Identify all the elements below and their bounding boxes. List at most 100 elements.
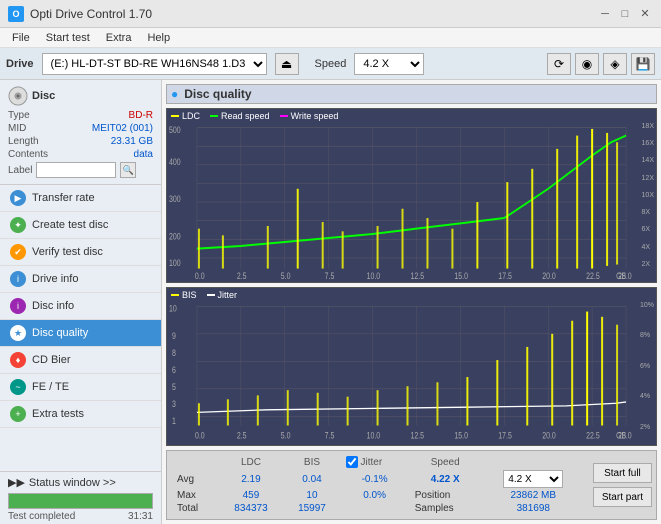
svg-text:100: 100	[169, 258, 181, 268]
status-area: ▶▶ Status window >> Test completed 31:31	[0, 471, 161, 524]
maximize-button[interactable]: □	[617, 6, 633, 22]
drive-select[interactable]: (E:) HL-DT-ST BD-RE WH16NS48 1.D3	[42, 53, 267, 75]
y1-8x: 8X	[642, 209, 654, 216]
drive-icon-btn-1[interactable]: ⟳	[547, 53, 571, 75]
col-empty	[171, 455, 218, 469]
drive-label: Drive	[6, 58, 34, 70]
sidebar-item-transfer-rate[interactable]: ▶ Transfer rate	[0, 185, 161, 212]
sidebar-item-disc-info-label: Disc info	[32, 300, 74, 312]
transfer-rate-icon: ▶	[10, 190, 26, 206]
svg-text:0.0: 0.0	[195, 431, 205, 441]
svg-text:17.5: 17.5	[498, 271, 512, 281]
chart1-y-axis: 18X 16X 14X 12X 10X 8X 6X 4X 2X	[642, 123, 654, 268]
svg-text:22.5: 22.5	[586, 271, 600, 281]
svg-text:7.5: 7.5	[325, 431, 335, 441]
status-completed-text: Test completed	[8, 511, 75, 522]
sidebar-item-verify-test-disc[interactable]: ✔ Verify test disc	[0, 239, 161, 266]
svg-text:7.5: 7.5	[325, 271, 335, 281]
sidebar-item-disc-quality[interactable]: ★ Disc quality	[0, 320, 161, 347]
svg-text:12.5: 12.5	[411, 431, 425, 441]
eject-button[interactable]: ⏏	[275, 53, 299, 75]
svg-text:0.0: 0.0	[195, 271, 205, 281]
position-value: 23862 MB	[482, 489, 585, 502]
drive-icon-btn-3[interactable]: ◈	[603, 53, 627, 75]
jitter-checkbox[interactable]	[346, 456, 358, 468]
chart-ldc: LDC Read speed Write speed 18X 16X 14X	[166, 108, 657, 283]
close-button[interactable]: ✕	[637, 6, 653, 22]
disc-label-input[interactable]	[36, 162, 116, 178]
stats-table: LDC BIS Jitter Speed	[171, 455, 585, 515]
sidebar-item-create-test-disc[interactable]: ✦ Create test disc	[0, 212, 161, 239]
menu-extra[interactable]: Extra	[98, 30, 140, 46]
start-part-button[interactable]: Start part	[593, 487, 652, 507]
y1-16x: 16X	[642, 140, 654, 147]
total-label: Total	[171, 502, 218, 515]
y1-14x: 14X	[642, 157, 654, 164]
svg-text:GB: GB	[616, 271, 627, 281]
sidebar-item-disc-info[interactable]: i Disc info	[0, 293, 161, 320]
drive-info-icon: i	[10, 271, 26, 287]
disc-label-search-button[interactable]: 🔍	[120, 162, 136, 178]
stats-speed-select[interactable]: 4.2 X	[503, 470, 563, 488]
app-icon: O	[8, 6, 24, 22]
drivebar: Drive (E:) HL-DT-ST BD-RE WH16NS48 1.D3 …	[0, 48, 661, 80]
disc-length-row: Length 23.31 GB	[8, 136, 153, 147]
extra-tests-icon: +	[10, 406, 26, 422]
menu-help[interactable]: Help	[139, 30, 178, 46]
menu-start-test[interactable]: Start test	[38, 30, 98, 46]
y2-4pct: 4%	[640, 393, 654, 400]
svg-text:5.0: 5.0	[281, 271, 291, 281]
legend-ldc-label: LDC	[182, 111, 200, 121]
legend-read: Read speed	[210, 111, 270, 121]
menu-file[interactable]: File	[4, 30, 38, 46]
cd-bier-icon: ♦	[10, 352, 26, 368]
svg-text:15.0: 15.0	[454, 431, 468, 441]
legend-bis: BIS	[171, 290, 197, 300]
legend-jitter: Jitter	[207, 290, 238, 300]
speed-select[interactable]: 4.2 X	[354, 53, 424, 75]
fe-te-icon: ~	[10, 379, 26, 395]
max-ldc: 459	[218, 489, 283, 502]
minimize-button[interactable]: ─	[597, 6, 613, 22]
chart2-y-axis: 10% 8% 6% 4% 2%	[640, 302, 654, 431]
nav-items: ▶ Transfer rate ✦ Create test disc ✔ Ver…	[0, 185, 161, 471]
stats-row-avg: Avg 2.19 0.04 -0.1% 4.22 X 4.2 X	[171, 469, 585, 489]
status-window-label: Status window >>	[29, 477, 116, 489]
drive-icon-btn-4[interactable]: 💾	[631, 53, 655, 75]
disc-label-label: Label	[8, 165, 32, 176]
sidebar-item-cd-bier-label: CD Bier	[32, 354, 71, 366]
disc-length-label: Length	[8, 136, 39, 147]
col-speed-header: Speed	[409, 455, 482, 469]
svg-text:5.0: 5.0	[281, 431, 291, 441]
col-jitter-check: Jitter	[340, 455, 408, 469]
disc-mid-row: MID MEIT02 (001)	[8, 123, 153, 134]
svg-text:10.0: 10.0	[367, 271, 381, 281]
disc-contents-label: Contents	[8, 149, 48, 160]
sidebar-item-drive-info[interactable]: i Drive info	[0, 266, 161, 293]
status-window-button[interactable]: ▶▶ Status window >>	[0, 471, 161, 493]
status-window-arrow-icon: ▶▶	[8, 476, 25, 489]
drive-icon-btn-2[interactable]: ◉	[575, 53, 599, 75]
y2-8pct: 8%	[640, 332, 654, 339]
total-ldc: 834373	[218, 502, 283, 515]
status-text-row: Test completed 31:31	[0, 511, 161, 524]
svg-text:17.5: 17.5	[498, 431, 512, 441]
titlebar: O Opti Drive Control 1.70 ─ □ ✕	[0, 0, 661, 28]
speed-label: Speed	[315, 58, 347, 70]
stats-table-container: LDC BIS Jitter Speed	[171, 455, 585, 515]
legend-bis-dot	[171, 294, 179, 296]
svg-text:3: 3	[172, 399, 176, 409]
legend-read-label: Read speed	[221, 111, 270, 121]
sidebar-item-extra-tests[interactable]: + Extra tests	[0, 401, 161, 428]
sidebar-item-cd-bier[interactable]: ♦ CD Bier	[0, 347, 161, 374]
svg-text:8: 8	[172, 348, 176, 358]
sidebar-item-fe-te[interactable]: ~ FE / TE	[0, 374, 161, 401]
stats-row-total: Total 834373 15997 Samples 381698	[171, 502, 585, 515]
col-empty2	[482, 455, 585, 469]
legend-read-dot	[210, 115, 218, 117]
start-full-button[interactable]: Start full	[593, 463, 652, 483]
legend-write-label: Write speed	[291, 111, 339, 121]
chart-area: ● Disc quality LDC Read speed Wr	[162, 80, 661, 524]
jitter-label: Jitter	[346, 456, 402, 468]
svg-text:10: 10	[169, 304, 177, 314]
